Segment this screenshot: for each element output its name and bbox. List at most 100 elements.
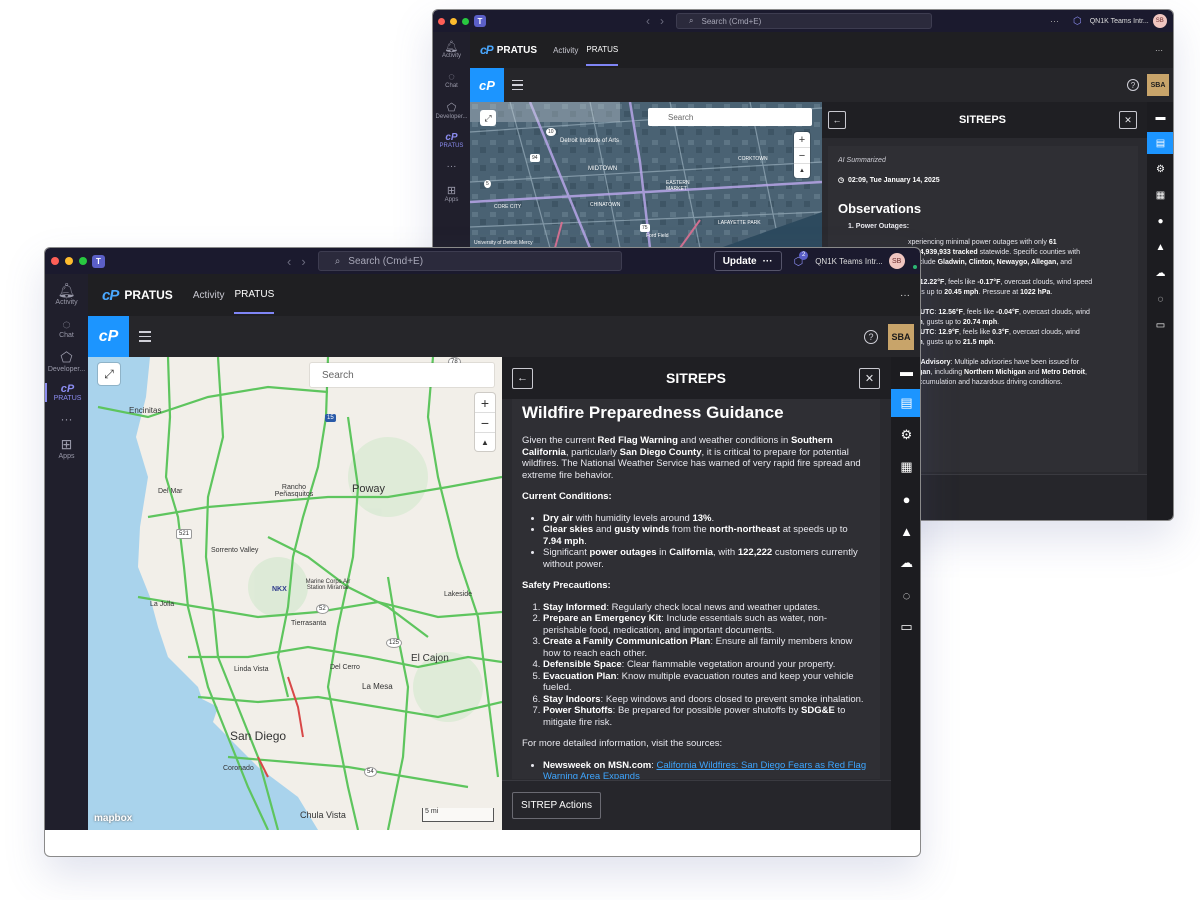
zoom-in-button[interactable]: +: [475, 393, 495, 413]
rail-more[interactable]: ···: [61, 412, 73, 426]
sitrep-scroll-area[interactable]: Wildfire Preparedness Guidance Given the…: [512, 399, 880, 779]
compass-icon[interactable]: ▲: [475, 433, 495, 451]
expand-map-button[interactable]: ⤢: [480, 110, 496, 126]
rail-item-chat[interactable]: ◌ Chat: [445, 71, 458, 89]
expand-map-button[interactable]: ⤢: [98, 363, 120, 385]
cloud-icon[interactable]: ☁: [1147, 262, 1173, 284]
rail-item-apps[interactable]: ⊞ Apps: [59, 436, 75, 460]
rail-item-chat[interactable]: ◌ Chat: [59, 316, 74, 339]
chat-icon[interactable]: ▬: [1147, 106, 1173, 128]
org-name[interactable]: QN1K Teams Intr...: [1090, 18, 1149, 25]
observation-line: [908, 298, 1128, 308]
lightbulb-icon[interactable]: ◌: [1147, 288, 1173, 310]
observation-line: w accumulation and hazardous driving con…: [908, 378, 1128, 388]
minimize-window-button[interactable]: [65, 257, 73, 265]
observation-line: t of 4,939,933 tracked statewide. Specif…: [908, 248, 1128, 258]
lightbulb-icon[interactable]: ◌: [891, 581, 920, 609]
zoom-out-button[interactable]: −: [794, 148, 810, 164]
sitrep-icon[interactable]: ▤: [891, 389, 920, 417]
update-button[interactable]: Update ···: [713, 251, 782, 271]
user-badge[interactable]: SBA: [888, 323, 914, 350]
avatar[interactable]: SB: [1152, 14, 1167, 28]
compass-icon[interactable]: ▲: [794, 164, 810, 178]
text: , overcast clouds, wind speed: [1000, 279, 1093, 286]
help-icon[interactable]: ?: [1127, 79, 1139, 91]
close-window-button[interactable]: [438, 17, 445, 25]
intro-paragraph: Given the current Red Flag Warning and w…: [522, 435, 868, 481]
gear-icon[interactable]: ⚙: [1147, 158, 1173, 180]
zoom-out-button[interactable]: −: [475, 413, 495, 433]
conditions-list: Dry air with humidity levels around 13%.…: [522, 513, 868, 571]
map-icon[interactable]: ▦: [891, 453, 920, 481]
back-button[interactable]: ←: [512, 367, 533, 389]
cloud-icon[interactable]: ☁: [891, 549, 920, 577]
more-options-icon[interactable]: ···: [900, 290, 910, 301]
map-search-input[interactable]: Search: [310, 363, 494, 387]
forward-nav-icon[interactable]: ›: [660, 14, 664, 28]
warning-icon[interactable]: ▲: [1147, 236, 1173, 258]
text: : Clear flammable vegetation around your…: [621, 659, 836, 670]
org-name[interactable]: QN1K Teams Intr...: [815, 257, 882, 266]
scale-label: 5 mi: [425, 808, 439, 815]
forward-nav-icon[interactable]: ›: [301, 254, 305, 269]
text-bold: Power Shutoffs: [543, 705, 613, 716]
observation-line: :00 UTC: 12.9°F, feels like 0.3°F, overc…: [908, 328, 1128, 338]
maximize-window-button[interactable]: [462, 17, 469, 25]
rail-item-pratus[interactable]: cP PRATUS: [45, 383, 88, 402]
user-badge[interactable]: SBA: [1147, 74, 1169, 96]
map-search-input[interactable]: Search: [648, 108, 812, 126]
back-button[interactable]: ←: [828, 111, 846, 129]
chat-icon[interactable]: ▬: [891, 357, 920, 385]
back-nav-icon[interactable]: ‹: [646, 14, 650, 28]
close-button[interactable]: ✕: [859, 367, 880, 389]
tab-pratus[interactable]: PRATUS: [234, 276, 275, 314]
avatar[interactable]: SB: [888, 253, 905, 269]
developer-icon: ⬠: [446, 102, 457, 114]
list-item: Newsweek on MSN.com: California Wildfire…: [543, 760, 868, 780]
warning-icon[interactable]: ▲: [891, 517, 920, 545]
bell-icon: 🔔︎: [444, 41, 459, 53]
gear-icon[interactable]: ⚙: [891, 421, 920, 449]
back-nav-icon[interactable]: ‹: [287, 254, 291, 269]
teams-search-input[interactable]: ⌕ Search (Cmd+E): [317, 251, 622, 271]
teams-search-input[interactable]: ⌕ Search (Cmd+E): [676, 13, 932, 29]
document-icon[interactable]: ▭: [1147, 314, 1173, 336]
menu-icon[interactable]: [139, 331, 151, 342]
zoom-in-button[interactable]: +: [794, 132, 810, 148]
notifications-icon[interactable]: ⬡: [1073, 16, 1082, 27]
maximize-window-button[interactable]: [79, 257, 87, 265]
document-icon[interactable]: ▭: [891, 613, 920, 641]
notifications-icon[interactable]: ⬡ 2: [794, 250, 809, 268]
tab-pratus[interactable]: PRATUS: [586, 34, 619, 66]
sitrep-icon[interactable]: ▤: [1147, 132, 1173, 154]
menu-icon[interactable]: [512, 79, 523, 91]
rail-item-developer[interactable]: ⬠ Developer...: [48, 349, 85, 373]
rail-item-developer[interactable]: ⬠ Developer...: [435, 101, 467, 120]
rail-label: Chat: [59, 332, 74, 339]
front-map[interactable]: Encinitas Poway Rancho Peñasquitos Del M…: [88, 357, 502, 830]
more-options-icon[interactable]: ···: [1050, 16, 1059, 26]
rail-item-pratus[interactable]: cP PRATUS: [440, 132, 464, 149]
tab-activity[interactable]: Activity: [193, 276, 225, 315]
rail-item-activity[interactable]: 🔔︎ Activity: [55, 282, 77, 306]
text-bold: Create a Family Communication Plan: [543, 636, 711, 647]
rail-item-activity[interactable]: 🔔︎ Activity: [442, 40, 461, 59]
location-pin-icon[interactable]: ●: [891, 485, 920, 513]
search-icon: ⌕: [334, 255, 341, 267]
back-map[interactable]: Detroit Institute of Arts MIDTOWN EASTER…: [470, 102, 822, 248]
rail-item-apps[interactable]: ⊞ Apps: [445, 184, 459, 203]
highway-shield: 54: [364, 767, 377, 777]
search-placeholder: Search (Cmd+E): [348, 255, 424, 267]
close-button[interactable]: ✕: [1118, 111, 1137, 129]
map-icon[interactable]: ▦: [1147, 184, 1173, 206]
sitrep-actions-button[interactable]: SITREP Actions: [512, 792, 601, 819]
help-icon[interactable]: ?: [864, 329, 878, 344]
close-window-button[interactable]: [51, 257, 59, 265]
more-options-icon[interactable]: ···: [1155, 46, 1163, 55]
tab-activity[interactable]: Activity: [553, 34, 578, 67]
sitrep-scrollbar[interactable]: [880, 399, 884, 779]
rail-more[interactable]: ···: [447, 161, 457, 172]
minimize-window-button[interactable]: [450, 17, 457, 25]
location-pin-icon[interactable]: ●: [1147, 210, 1173, 232]
map-label: Tierrasanta: [291, 620, 327, 627]
